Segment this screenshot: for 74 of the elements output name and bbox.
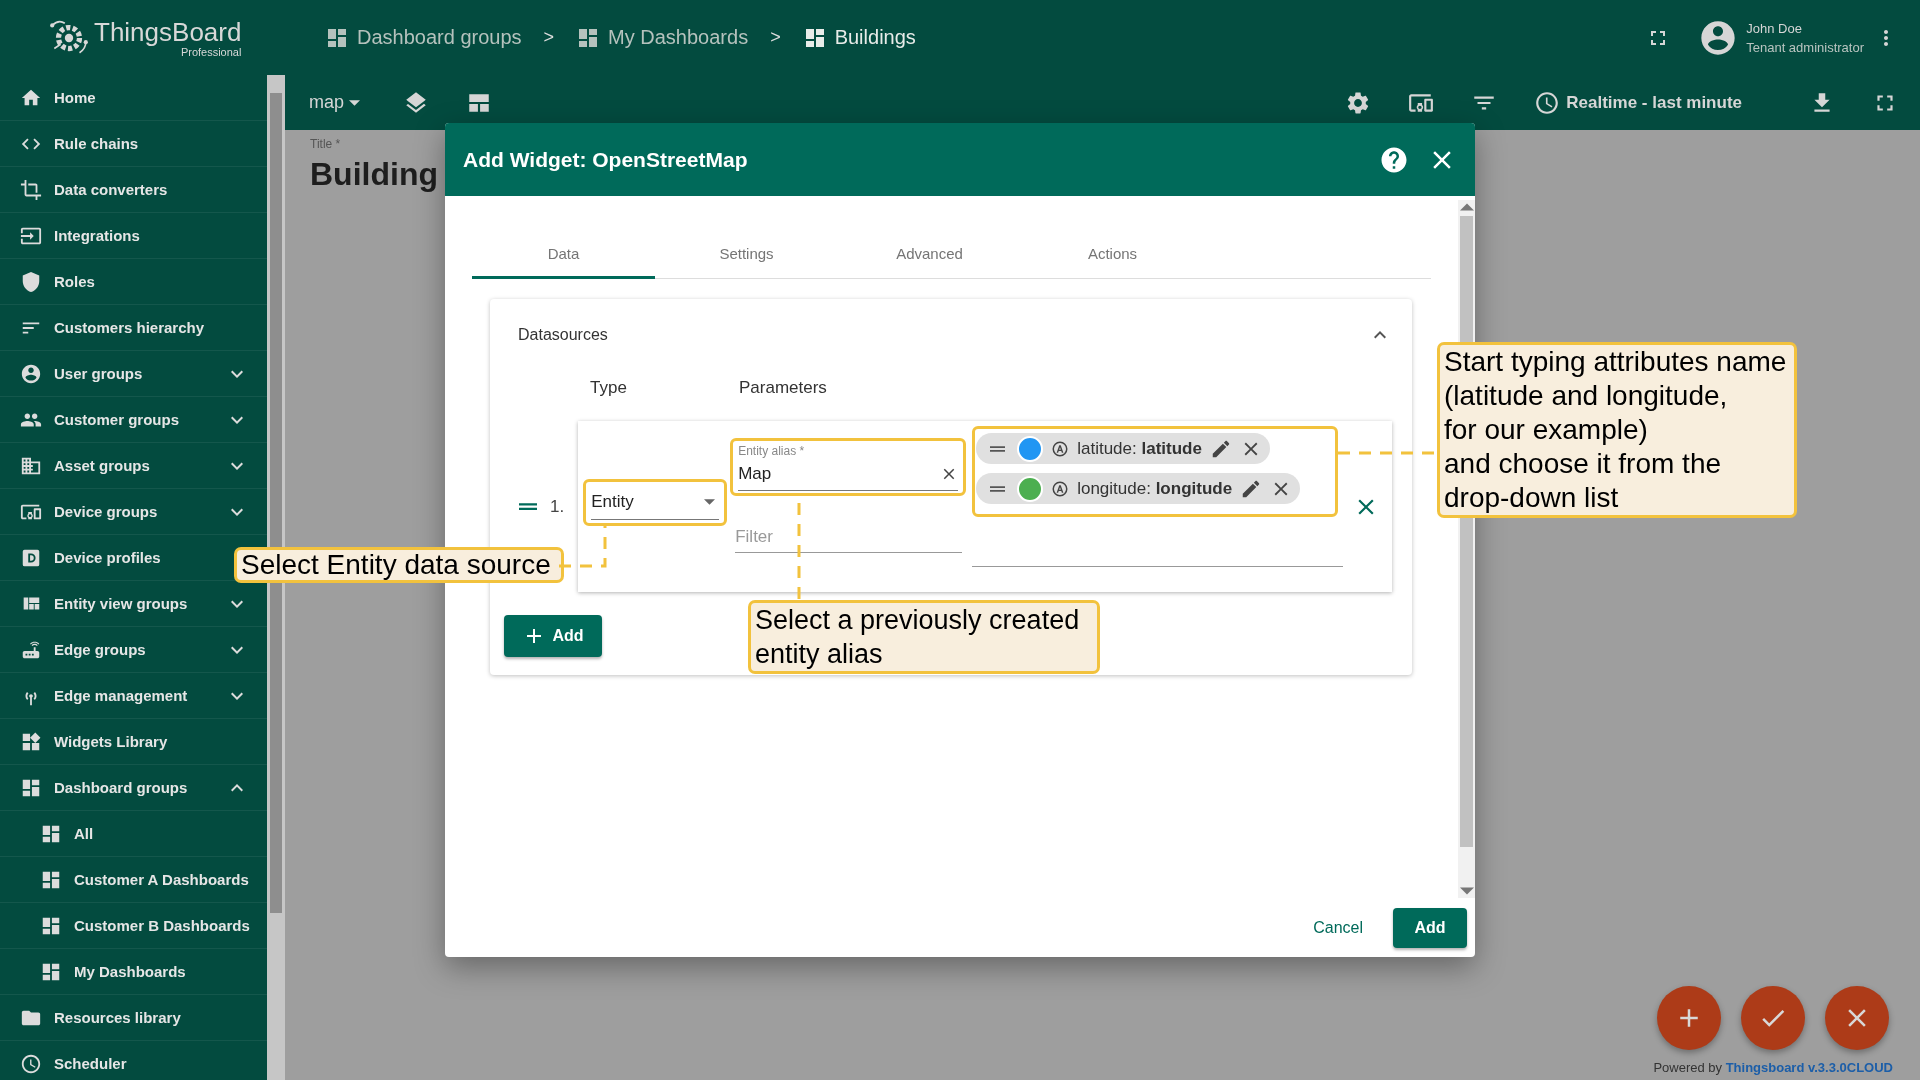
breadcrumb-link[interactable]: Dashboard groups (325, 25, 522, 50)
nav-item[interactable]: Customers hierarchy (20, 305, 205, 350)
breadcrumb-link[interactable]: My Dashboards (576, 25, 749, 50)
field-label: Title * (310, 137, 342, 151)
user-name: John Doe (1746, 19, 1803, 38)
nav-item[interactable]: Scheduler (20, 1041, 127, 1080)
color-dot[interactable] (1017, 435, 1044, 462)
timewindow-button[interactable]: Realtime - last minute (1534, 89, 1742, 116)
drag-handle-icon (990, 485, 1006, 492)
clock-icon (1534, 89, 1561, 116)
powered-by-text: Powered by Thingsboard v.3.3.0CLOUD (1653, 1060, 1893, 1075)
shield-icon (20, 270, 42, 293)
data-key-chip[interactable]: longitude: longitude (976, 473, 1301, 504)
widgets-icon (20, 730, 42, 753)
crop-icon (20, 178, 42, 201)
nav-item[interactable]: Device groups (20, 489, 249, 534)
cancel-button[interactable]: Cancel (1313, 910, 1363, 945)
edition-label: Professional (180, 45, 242, 58)
user-role: Tenant administrator (1746, 38, 1864, 57)
annotation-tooltip: Select Entity data source (234, 547, 564, 583)
caret-icon (704, 499, 716, 505)
nav-item[interactable]: Resources library (20, 995, 181, 1040)
breadcrumb-link[interactable]: Buildings (802, 25, 916, 50)
attribute-icon (1051, 479, 1070, 498)
drag-handle-icon (990, 445, 1006, 452)
annotation-tooltip: Select a previously created entity alias (748, 600, 1100, 674)
nav-item[interactable]: Entity view groups (20, 581, 249, 626)
entity-alias-field[interactable]: Entity alias * Map (730, 438, 967, 496)
nav-item[interactable]: Device profiles (20, 535, 161, 580)
entity-type-select[interactable]: Entity (583, 479, 728, 526)
logo-text: ThingsBoard (94, 17, 242, 46)
nav-item[interactable]: Roles (20, 259, 95, 304)
nav-item[interactable]: Data converters (20, 167, 168, 212)
nav-item[interactable]: Asset groups (20, 443, 249, 488)
nav-item[interactable]: Widgets Library (20, 719, 168, 764)
leader-line (559, 524, 607, 568)
nav-item[interactable]: User groups (20, 351, 249, 396)
column-header: Type (590, 378, 628, 398)
dashboard-title: Building (310, 156, 438, 193)
nav-item[interactable]: Home (20, 75, 96, 120)
nav-item[interactable]: Rule chains (20, 121, 139, 166)
panel-title: Datasources (518, 326, 608, 344)
breadcrumb-separator: > (543, 27, 555, 48)
caret-icon (349, 99, 360, 106)
dialog-title: Add Widget: OpenStreetMap (463, 147, 749, 172)
attribute-icon (1051, 439, 1070, 458)
color-dot[interactable] (1017, 475, 1044, 502)
nav-item[interactable]: My Dashboards (40, 949, 186, 994)
tab[interactable]: Actions (1021, 228, 1204, 279)
nav-item[interactable]: Edge management (20, 673, 249, 718)
tab[interactable]: Advanced (838, 228, 1021, 279)
account-icon (20, 362, 42, 385)
add-button[interactable]: Add (1393, 907, 1467, 948)
nav-item[interactable]: Dashboard groups (20, 765, 249, 810)
tab[interactable]: Settings (655, 228, 838, 279)
key-label: latitude: latitude (1077, 438, 1202, 459)
clock-icon (20, 1052, 42, 1075)
data-key-chip[interactable]: latitude: latitude (976, 433, 1270, 464)
data-keys-field[interactable]: latitude: latitude longitude: longitude (972, 426, 1339, 517)
nav-item[interactable]: Edge groups (20, 627, 249, 672)
key-label: longitude: longitude (1077, 478, 1233, 499)
annotation-tooltip: Start typing attributes name (latitude and longitude, for our example) and choose it from the drop-down list (1437, 342, 1797, 518)
add-button[interactable]: Add (504, 615, 602, 657)
nav-item[interactable]: All (40, 811, 94, 856)
nav-item[interactable]: Customer groups (20, 397, 249, 442)
breadcrumb-separator: > (770, 27, 781, 48)
drag-handle-icon[interactable] (519, 503, 537, 510)
tab[interactable]: Data (472, 228, 655, 279)
column-header: Parameters (739, 378, 827, 398)
nav-item[interactable]: Customer B Dashboards (40, 903, 250, 948)
nav-item[interactable]: Integrations (20, 213, 140, 258)
state-select[interactable]: map (309, 92, 360, 113)
nav-item[interactable]: Customer A Dashboards (40, 857, 249, 902)
row-number: 1. (550, 496, 565, 517)
